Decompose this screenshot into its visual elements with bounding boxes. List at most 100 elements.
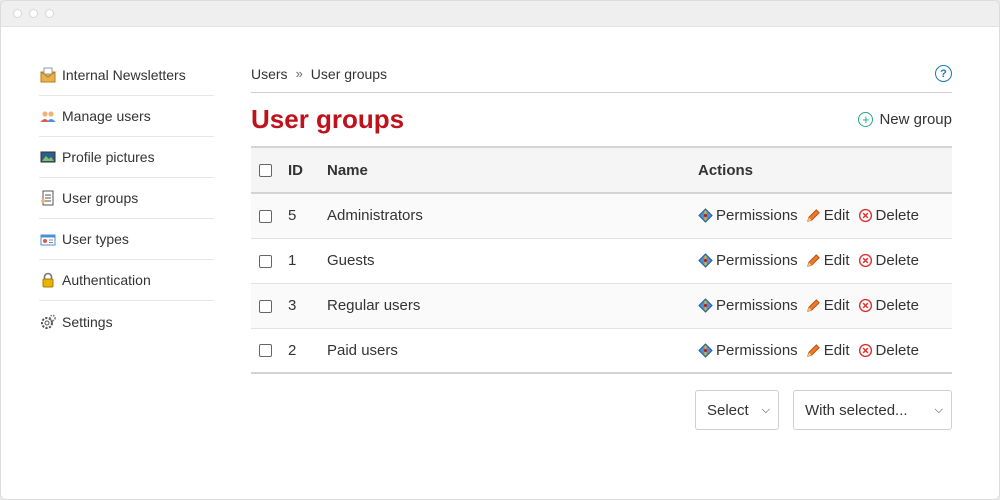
column-header-actions: Actions — [698, 161, 754, 179]
sidebar-item-settings[interactable]: Settings — [39, 301, 214, 342]
plus-circle-icon: + — [858, 112, 874, 127]
row-checkbox[interactable] — [259, 299, 272, 313]
row-id: 1 — [288, 252, 297, 269]
permissions-icon — [698, 208, 713, 223]
delete-icon — [858, 209, 872, 223]
sidebar-item-user-types[interactable]: User types — [39, 219, 214, 260]
edit-button[interactable]: Edit — [806, 252, 850, 269]
row-checkbox[interactable] — [259, 254, 272, 268]
user-groups-table: ID Name Actions 5 Administrators Permiss… — [251, 146, 952, 374]
permissions-icon — [698, 253, 713, 268]
window-dot-close[interactable] — [13, 9, 22, 18]
sidebar-item-profile-pictures[interactable]: Profile pictures — [39, 137, 214, 178]
breadcrumb-root-link[interactable]: Users — [251, 66, 288, 82]
edit-button[interactable]: Edit — [806, 297, 850, 314]
row-name: Regular users — [327, 297, 421, 314]
help-icon[interactable]: ? — [935, 65, 952, 82]
title-row: User groups + New group — [251, 93, 952, 146]
select-dropdown[interactable]: Select ⌵ — [695, 390, 779, 430]
delete-button[interactable]: Delete — [858, 297, 919, 314]
window-dot-maximize[interactable] — [45, 9, 54, 18]
sidebar: Internal Newsletters Manage users Profil… — [39, 55, 214, 342]
row-name: Paid users — [327, 341, 398, 359]
window-dot-minimize[interactable] — [29, 9, 38, 18]
row-checkbox[interactable] — [259, 209, 272, 223]
gear-icon — [39, 313, 56, 330]
users-icon — [39, 108, 56, 125]
permissions-icon — [698, 343, 713, 358]
lock-icon — [39, 272, 56, 289]
groups-icon — [39, 190, 56, 207]
browser-window: Internal Newsletters Manage users Profil… — [0, 0, 1000, 500]
table-header-row: ID Name Actions — [251, 147, 952, 193]
delete-button[interactable]: Delete — [858, 207, 919, 224]
new-group-label: New group — [879, 111, 952, 128]
breadcrumb-current: User groups — [310, 65, 388, 82]
bulk-actions: Select ⌵ With selected... ⌵ — [251, 390, 952, 430]
permissions-button[interactable]: Permissions — [698, 252, 798, 269]
permissions-label: Permissions — [716, 297, 798, 314]
edit-label: Edit — [823, 297, 850, 314]
edit-label: Edit — [823, 207, 850, 225]
delete-button[interactable]: Delete — [858, 252, 919, 269]
edit-label: Edit — [823, 252, 850, 269]
row-name: Guests — [327, 252, 375, 269]
with-selected-dropdown[interactable]: With selected... ⌵ — [793, 390, 952, 430]
sidebar-item-label: User groups — [62, 190, 139, 206]
sidebar-item-internal-newsletters[interactable]: Internal Newsletters — [39, 55, 214, 96]
row-checkbox[interactable] — [259, 344, 272, 358]
breadcrumb-separator: » — [295, 66, 303, 81]
pencil-icon — [806, 299, 820, 312]
sidebar-item-label: Authentication — [62, 272, 151, 288]
delete-icon — [858, 343, 872, 357]
sidebar-item-user-groups[interactable]: User groups — [39, 178, 214, 219]
delete-label: Delete — [875, 297, 919, 314]
picture-icon — [39, 149, 56, 166]
delete-icon — [858, 298, 872, 313]
delete-icon — [858, 253, 872, 268]
sidebar-item-label: Profile pictures — [62, 149, 155, 165]
main-content: Users » User groups ? User groups + New … — [251, 55, 952, 430]
permissions-button[interactable]: Permissions — [698, 207, 798, 224]
delete-label: Delete — [875, 341, 919, 359]
delete-label: Delete — [875, 207, 919, 225]
edit-button[interactable]: Edit — [806, 207, 850, 224]
select-all-checkbox[interactable] — [259, 164, 272, 178]
chevron-down-icon: ⌵ — [761, 403, 770, 416]
row-actions: Permissions Edit Delete — [698, 252, 952, 269]
table-row: 5 Administrators Permissions Edit Delete — [251, 193, 952, 238]
permissions-label: Permissions — [716, 341, 798, 359]
window-titlebar — [1, 1, 999, 27]
row-id: 2 — [288, 341, 297, 359]
permissions-button[interactable]: Permissions — [698, 342, 798, 359]
row-actions: Permissions Edit Delete — [698, 297, 952, 314]
newsletter-icon — [39, 67, 56, 84]
row-actions: Permissions Edit Delete — [698, 207, 952, 224]
row-id: 3 — [288, 297, 297, 314]
sidebar-item-label: Internal Newsletters — [62, 67, 186, 83]
delete-label: Delete — [875, 252, 919, 269]
pencil-icon — [806, 209, 820, 223]
row-id: 5 — [288, 207, 297, 225]
edit-label: Edit — [823, 341, 850, 359]
edit-button[interactable]: Edit — [806, 342, 850, 359]
column-header-id[interactable]: ID — [288, 147, 327, 193]
permissions-icon — [698, 298, 713, 313]
table-row: 1 Guests Permissions Edit Delete — [251, 238, 952, 283]
row-name: Administrators — [327, 207, 423, 225]
table-row: 2 Paid users Permissions Edit Delete — [251, 328, 952, 373]
pencil-icon — [806, 254, 820, 267]
permissions-button[interactable]: Permissions — [698, 297, 798, 314]
column-header-name[interactable]: Name — [327, 147, 698, 193]
table-row: 3 Regular users Permissions Edit Delete — [251, 283, 952, 328]
sidebar-item-authentication[interactable]: Authentication — [39, 260, 214, 301]
delete-button[interactable]: Delete — [858, 342, 919, 359]
with-selected-dropdown-value: With selected... — [805, 401, 908, 419]
permissions-label: Permissions — [716, 207, 798, 225]
sidebar-item-label: Manage users — [62, 108, 151, 124]
new-group-button[interactable]: + New group — [858, 111, 952, 128]
sidebar-item-label: User types — [62, 231, 129, 247]
chevron-down-icon: ⌵ — [934, 403, 943, 416]
pencil-icon — [806, 343, 820, 357]
sidebar-item-manage-users[interactable]: Manage users — [39, 96, 214, 137]
